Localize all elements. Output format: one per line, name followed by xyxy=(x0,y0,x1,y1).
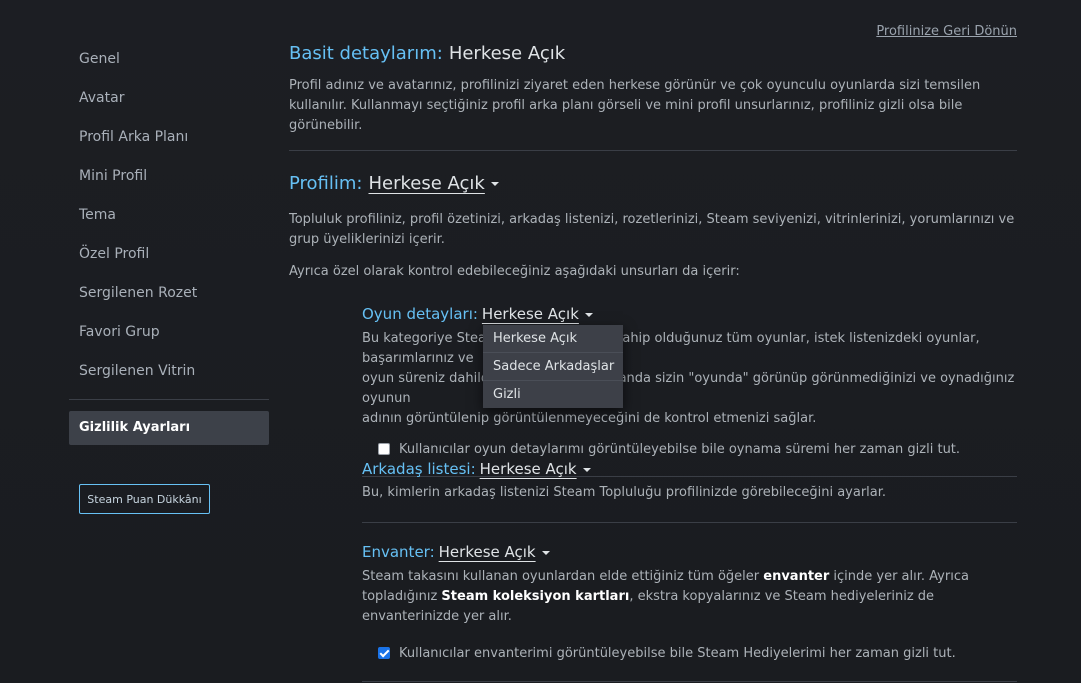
game-details-description: Bu kategoriye Steam'deki hesabınızda sah… xyxy=(362,329,1017,429)
chevron-down-icon[interactable] xyxy=(541,550,550,555)
profile-description: Topluluk profiliniz, profil özetinizi, a… xyxy=(289,212,1015,247)
section-divider xyxy=(362,681,1017,682)
dropdown-option-public[interactable]: Herkese Açık xyxy=(483,325,623,353)
game-details-dropdown[interactable]: Herkese Açık xyxy=(482,305,579,323)
sidebar-item-theme[interactable]: Tema xyxy=(69,200,269,239)
inventory-label: Envanter: xyxy=(362,543,435,561)
friends-list-dropdown[interactable]: Herkese Açık xyxy=(480,460,577,478)
game-details-desc-line: oyun süreniz dahildir. Bu ayar aynı zama… xyxy=(362,371,1015,406)
gifts-checkbox[interactable] xyxy=(378,647,390,659)
sidebar-item-featured-showcase[interactable]: Sergilenen Vitrin xyxy=(69,356,269,395)
sidebar-item-general[interactable]: Genel xyxy=(69,44,269,83)
sidebar-item-profile-background[interactable]: Profil Arka Planı xyxy=(69,122,269,161)
sidebar-item-special-profile[interactable]: Özel Profil xyxy=(69,239,269,278)
points-shop-button[interactable]: Steam Puan Dükkânı xyxy=(79,484,210,514)
game-details-heading: Oyun detayları: Herkese Açık xyxy=(362,303,1017,325)
inventory-description: Steam takasını kullanan oyunlardan elde … xyxy=(362,567,1017,627)
gifts-checkbox-row[interactable]: Kullanıcılar envanterimi görüntüleyebils… xyxy=(362,644,1017,664)
profile-label: Profilim: xyxy=(289,173,363,194)
dropdown-option-friends-only[interactable]: Sadece Arkadaşlar xyxy=(483,353,623,381)
game-details-label: Oyun detayları: xyxy=(362,305,478,323)
friends-list-label: Arkadaş listesi: xyxy=(362,460,476,478)
privacy-dropdown-menu: Herkese Açık Sadece Arkadaşlar Gizli xyxy=(483,325,623,408)
sidebar-nav: Genel Avatar Profil Arka Planı Mini Prof… xyxy=(69,44,269,445)
sidebar-item-featured-badge[interactable]: Sergilenen Rozet xyxy=(69,278,269,317)
inventory-heading: Envanter: Herkese Açık xyxy=(362,541,1017,563)
game-details-section: Oyun detayları: Herkese Açık Bu kategoriy… xyxy=(362,303,1017,477)
inventory-dropdown[interactable]: Herkese Açık xyxy=(439,543,536,561)
gifts-checkbox-label: Kullanıcılar envanterimi görüntüleyebils… xyxy=(399,646,956,661)
basic-details-label: Basit detaylarım: xyxy=(289,43,443,64)
chevron-down-icon[interactable] xyxy=(582,467,591,472)
friends-list-description: Bu, kimlerin arkadaş listenizi Steam Top… xyxy=(362,485,887,500)
friends-list-section: Arkadaş listesi: Herkese Açık Bu, kimleri… xyxy=(362,458,1017,523)
playtime-checkbox-label: Kullanıcılar oyun detaylarımı görüntüley… xyxy=(399,442,961,457)
basic-details-description: Profil adınız ve avatarınız, profilinizi… xyxy=(289,78,981,133)
dropdown-option-private[interactable]: Gizli xyxy=(483,381,623,408)
basic-details-value: Herkese Açık xyxy=(448,43,566,64)
sidebar-item-avatar[interactable]: Avatar xyxy=(69,83,269,122)
profile-heading: Profilim: Herkese Açık xyxy=(289,170,1017,198)
sidebar-item-favorite-group[interactable]: Favori Grup xyxy=(69,317,269,356)
sidebar-item-privacy-settings[interactable]: Gizlilik Ayarları xyxy=(69,411,269,445)
sidebar-divider xyxy=(69,399,269,400)
section-divider xyxy=(362,522,1017,523)
inventory-desc-bold: envanter xyxy=(763,569,830,584)
inventory-desc-text: Steam takasını kullanan oyunlardan elde … xyxy=(362,569,764,584)
game-details-desc-line: Bu kategoriye Steam'deki hesabınızda sah… xyxy=(362,331,980,366)
privacy-main: Basit detaylarım: Herkese Açık Profil adı… xyxy=(289,40,1017,282)
back-to-profile-link[interactable]: Profilinize Geri Dönün xyxy=(876,24,1017,39)
basic-details-heading: Basit detaylarım: Herkese Açık xyxy=(289,40,1017,68)
sidebar-item-mini-profile[interactable]: Mini Profil xyxy=(69,161,269,200)
profile-extra-note: Ayrıca özel olarak kontrol edebileceğini… xyxy=(289,264,740,279)
playtime-checkbox[interactable] xyxy=(378,443,390,455)
game-details-desc-line: adının görüntülenip görüntülenmeyeceğini… xyxy=(362,411,817,426)
inventory-desc-bold: Steam koleksiyon kartları xyxy=(441,589,630,604)
inventory-section: Envanter: Herkese Açık Steam takasını kul… xyxy=(362,541,1017,682)
playtime-checkbox-row[interactable]: Kullanıcılar oyun detaylarımı görüntüley… xyxy=(362,440,1017,460)
friends-list-heading: Arkadaş listesi: Herkese Açık xyxy=(362,458,1017,480)
profile-privacy-dropdown[interactable]: Herkese Açık xyxy=(369,173,485,194)
chevron-down-icon[interactable] xyxy=(490,182,499,186)
chevron-down-icon[interactable] xyxy=(584,312,593,317)
section-divider xyxy=(289,150,1017,151)
